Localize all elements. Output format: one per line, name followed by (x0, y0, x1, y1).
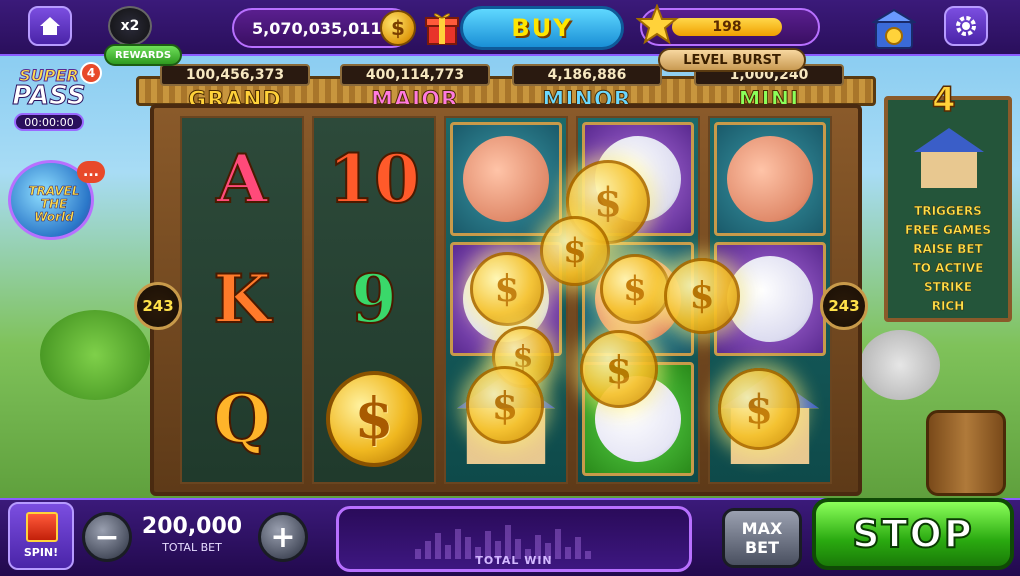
bet-amount: 200,000 (141, 514, 243, 539)
max-bet-button[interactable]: MAX BET (722, 508, 802, 568)
symbol-letter: 10 (327, 139, 421, 219)
multiplier-badge[interactable]: x2 (108, 6, 152, 46)
feature-count: 4 (931, 79, 956, 121)
flying-coin-icon: $ (718, 368, 800, 450)
farmhouse-icon (914, 128, 984, 188)
symbol-letter: Q (212, 379, 271, 459)
travel-title: TRAVEL THE World (28, 184, 80, 224)
flying-coin-icon: $ (580, 330, 658, 408)
gear-icon (956, 16, 976, 36)
flying-coin-icon: $ (664, 258, 740, 334)
spin-gift-label: SPIN! (23, 546, 59, 559)
bush (40, 310, 150, 400)
gift-icon[interactable] (422, 8, 462, 48)
barrel (926, 410, 1006, 496)
symbol-nine: 9 (318, 242, 430, 356)
increase-bet-button[interactable]: + (258, 512, 308, 562)
super-pass-button[interactable]: SUPER PASS 00:00:00 (6, 66, 92, 156)
info-line: TO ACTIVE (912, 261, 984, 275)
info-line: RICH (931, 299, 965, 313)
ways-badge-left: 243 (134, 282, 182, 330)
buy-button[interactable]: BUY (460, 6, 624, 50)
star-icon (636, 4, 678, 45)
info-line: STRIKE (923, 280, 973, 294)
super-pass-count-badge: 4 (80, 62, 102, 84)
flying-coin-icon: $ (540, 216, 610, 286)
home-icon (40, 17, 60, 35)
feature-info-text: TRIGGERS FREE GAMES RAISE BET TO ACTIVE … (892, 202, 1004, 316)
info-line: RAISE BET (913, 242, 983, 256)
dollar-coin-icon: $ (326, 371, 422, 467)
coin-icon: $ (380, 10, 416, 46)
home-button[interactable] (28, 6, 72, 46)
info-line: FREE GAMES (905, 223, 991, 237)
equalizer-decoration (415, 519, 615, 559)
stop-button[interactable]: STOP (812, 498, 1014, 570)
symbol-pig (450, 122, 562, 236)
symbol-letter: A (215, 139, 268, 219)
info-line: TRIGGERS (914, 204, 982, 218)
travel-the-world-button[interactable]: TRAVEL THE World ... (8, 160, 105, 240)
more-icon[interactable]: ... (77, 161, 105, 183)
gift-icon (26, 512, 58, 542)
total-bet-display: 200,000 TOTAL BET (122, 514, 262, 560)
symbol-ten: 10 (318, 122, 430, 236)
level-number: 198 (672, 18, 782, 36)
symbol-pig (714, 122, 826, 236)
symbol-k: K (186, 242, 298, 356)
jackpot-value: 100,456,373 (160, 64, 310, 86)
reel-1: A K Q (180, 116, 304, 484)
bank-icon[interactable] (872, 8, 916, 50)
jackpot-value: 400,114,773 (340, 64, 490, 86)
level-burst-label[interactable]: LEVEL BURST (658, 48, 806, 72)
settings-button[interactable] (944, 6, 988, 46)
pig-icon (727, 136, 813, 222)
rewards-button[interactable]: REWARDS (104, 44, 182, 66)
symbol-letter: K (212, 259, 271, 339)
bush (860, 330, 940, 400)
goat-icon (727, 256, 813, 342)
symbol-a: A (186, 122, 298, 236)
bet-caption: TOTAL BET (162, 541, 222, 554)
max-bet-label-1: MAX (741, 519, 783, 538)
max-bet-label-2: BET (744, 538, 780, 557)
jackpot-value: 4,186,886 (512, 64, 662, 86)
symbol-letter: 9 (350, 259, 398, 339)
ways-badge-right: 243 (820, 282, 868, 330)
super-pass-title: PASS (12, 81, 86, 112)
pig-icon (463, 136, 549, 222)
symbol-coin: $ (318, 362, 430, 476)
super-pass-timer: 00:00:00 (14, 113, 84, 131)
spin-gift-button[interactable]: SPIN! (8, 502, 74, 570)
flying-coin-icon: $ (466, 366, 544, 444)
feature-info-panel: TRIGGERS FREE GAMES RAISE BET TO ACTIVE … (884, 96, 1012, 322)
symbol-q: Q (186, 362, 298, 476)
total-win-label: TOTAL WIN (475, 554, 553, 567)
total-win-display: TOTAL WIN (336, 506, 692, 572)
flying-coin-icon: $ (470, 252, 544, 326)
flying-coin-icon: $ (600, 254, 670, 324)
reel-2: 10 9 $ (312, 116, 436, 484)
